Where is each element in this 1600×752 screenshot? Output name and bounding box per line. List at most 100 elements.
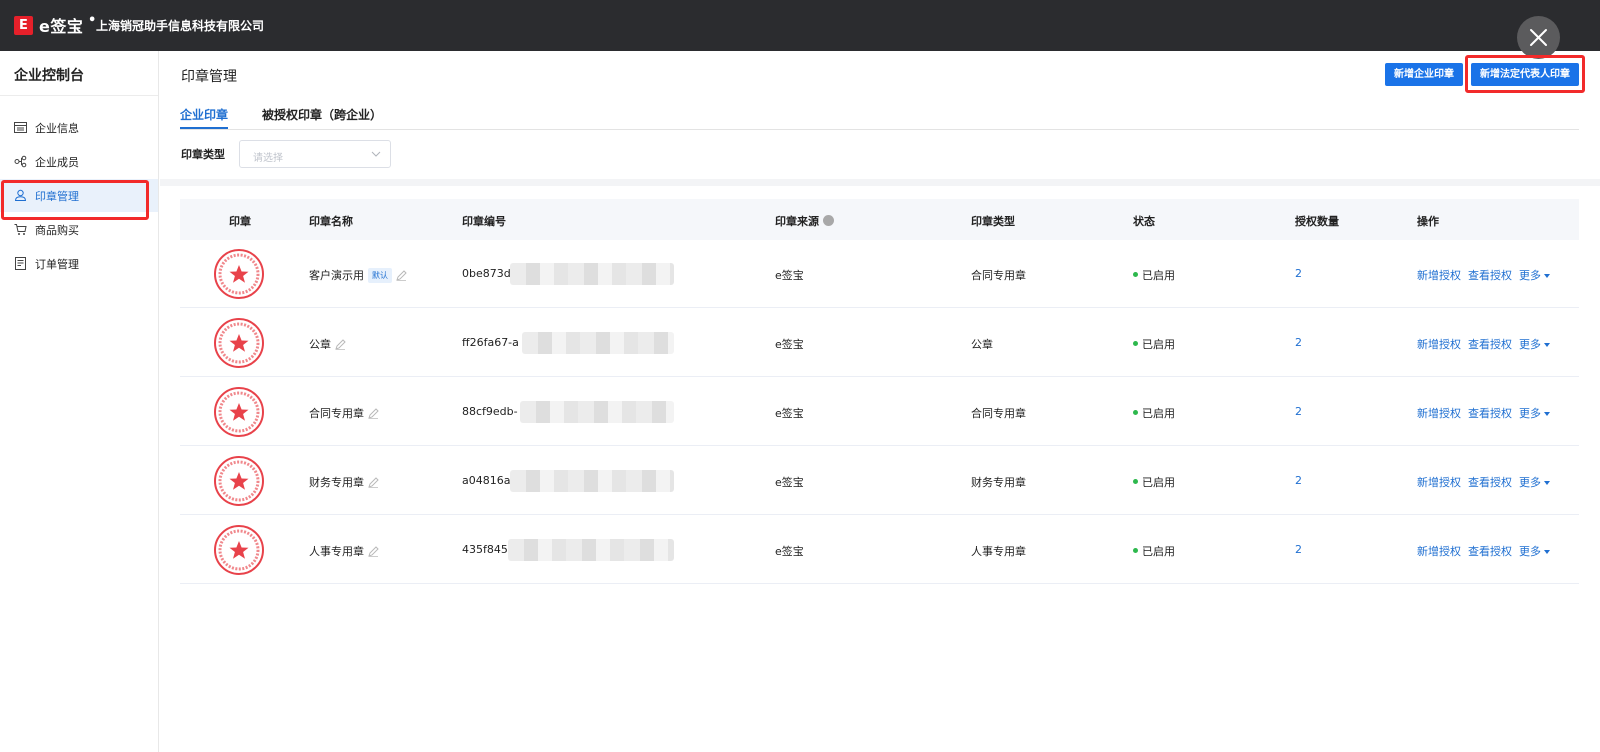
status-badge: 已启用 <box>1133 474 1175 490</box>
add-auth-link[interactable]: 新增授权 <box>1417 267 1461 283</box>
sidebar: 企业控制台 企业信息 企业成员 印章管理 商品购买 订单管理 <box>0 51 159 752</box>
seal-image <box>214 525 264 575</box>
redacted-block <box>508 539 674 561</box>
column-header: 印章 <box>229 215 251 228</box>
auth-count-link[interactable]: 2 <box>1295 267 1302 280</box>
view-auth-link[interactable]: 查看授权 <box>1468 543 1512 559</box>
tabs-divider <box>180 129 1579 130</box>
add-legal-rep-seal-button[interactable]: 新增法定代表人印章 <box>1471 63 1579 86</box>
seal-name-cell: 合同专用章 <box>309 405 379 421</box>
view-auth-link[interactable]: 查看授权 <box>1468 336 1512 352</box>
more-dropdown[interactable]: 更多 <box>1519 474 1550 490</box>
seal-name-cell: 客户演示用 默认 <box>309 267 407 283</box>
auth-count-link[interactable]: 2 <box>1295 405 1302 418</box>
seal-source: e签宝 <box>775 407 804 420</box>
caret-down-icon <box>1544 481 1550 485</box>
table-row: 客户演示用 默认 0be873d e签宝 合同专用章 已启用 2 新增授权 查看授… <box>180 240 1579 308</box>
seal-name: 财务专用章 <box>309 476 364 489</box>
view-auth-link[interactable]: 查看授权 <box>1468 474 1512 490</box>
seal-type: 合同专用章 <box>971 269 1026 282</box>
org-icon <box>14 155 27 168</box>
active-tab-indicator <box>180 127 228 129</box>
edit-icon[interactable] <box>368 477 379 488</box>
seal-code: a04816a <box>462 474 511 487</box>
column-header: 操作 <box>1417 215 1439 228</box>
company-name: 上海销冠助手信息科技有限公司 <box>96 19 265 33</box>
tab-company-seals[interactable]: 企业印章 <box>180 106 228 123</box>
seal-name-cell: 财务专用章 <box>309 474 379 490</box>
sidebar-item-orders[interactable]: 订单管理 <box>0 247 158 280</box>
sidebar-item-company-info[interactable]: 企业信息 <box>0 111 158 144</box>
auth-count-link[interactable]: 2 <box>1295 474 1302 487</box>
add-auth-link[interactable]: 新增授权 <box>1417 543 1461 559</box>
edit-icon[interactable] <box>335 339 346 350</box>
status-dot <box>1133 272 1138 277</box>
list-icon <box>14 122 27 133</box>
add-auth-link[interactable]: 新增授权 <box>1417 474 1461 490</box>
view-auth-link[interactable]: 查看授权 <box>1468 405 1512 421</box>
seal-name: 公章 <box>309 338 331 351</box>
status-badge: 已启用 <box>1133 543 1175 559</box>
auth-count-link[interactable]: 2 <box>1295 336 1302 349</box>
sidebar-item-label: 商品购买 <box>35 224 79 237</box>
top-bar: E e签宝 • 上海销冠助手信息科技有限公司 <box>0 0 1600 51</box>
auth-count-link[interactable]: 2 <box>1295 543 1302 556</box>
sidebar-title: 企业控制台 <box>14 68 84 84</box>
sidebar-item-label: 订单管理 <box>35 258 79 271</box>
table-row: 人事专用章 435f845 e签宝 人事专用章 已启用 2 新增授权 查看授权 … <box>180 516 1579 584</box>
seal-name-cell: 公章 <box>309 336 346 352</box>
column-header: 印章类型 <box>971 215 1015 228</box>
sidebar-divider <box>0 95 158 96</box>
seal-type: 合同专用章 <box>971 407 1026 420</box>
column-header: 印章名称 <box>309 215 353 228</box>
column-header: 授权数量 <box>1295 215 1339 228</box>
page-title: 印章管理 <box>181 69 237 85</box>
more-dropdown[interactable]: 更多 <box>1519 405 1550 421</box>
caret-down-icon <box>1544 274 1550 278</box>
sidebar-item-members[interactable]: 企业成员 <box>0 145 158 178</box>
seal-source: e签宝 <box>775 269 804 282</box>
edit-icon[interactable] <box>396 270 407 281</box>
seal-code: ff26fa67-a <box>462 336 519 349</box>
add-auth-link[interactable]: 新增授权 <box>1417 336 1461 352</box>
view-auth-link[interactable]: 查看授权 <box>1468 267 1512 283</box>
status-dot <box>1133 341 1138 346</box>
seal-code: 88cf9edb- <box>462 405 518 418</box>
add-company-seal-button[interactable]: 新增企业印章 <box>1385 63 1463 86</box>
section-divider-band <box>160 179 1600 186</box>
seal-code: 0be873d <box>462 267 511 280</box>
table-header: 印章 印章名称 印章编号 印章来源 印章类型 状态 授权数量 操作 <box>180 199 1579 240</box>
logo-icon: E <box>14 16 33 35</box>
seal-source: e签宝 <box>775 476 804 489</box>
caret-down-icon <box>1544 412 1550 416</box>
more-dropdown[interactable]: 更多 <box>1519 267 1550 283</box>
seal-type-select[interactable]: 请选择 <box>239 140 391 168</box>
column-header: 印章来源 <box>775 213 834 229</box>
redacted-block <box>522 332 674 354</box>
tab-authorized-seals[interactable]: 被授权印章（跨企业） <box>262 106 382 123</box>
status-dot <box>1133 410 1138 415</box>
chevron-down-icon <box>371 151 381 157</box>
add-auth-link[interactable]: 新增授权 <box>1417 405 1461 421</box>
seal-name-cell: 人事专用章 <box>309 543 379 559</box>
sidebar-item-label: 企业成员 <box>35 156 79 169</box>
column-header: 状态 <box>1133 215 1155 228</box>
info-icon[interactable] <box>823 215 834 226</box>
edit-icon[interactable] <box>368 546 379 557</box>
status-dot <box>1133 479 1138 484</box>
highlight-box-sidebar <box>1 180 149 220</box>
caret-down-icon <box>1544 550 1550 554</box>
more-dropdown[interactable]: 更多 <box>1519 336 1550 352</box>
more-dropdown[interactable]: 更多 <box>1519 543 1550 559</box>
close-icon <box>1530 29 1547 46</box>
select-placeholder: 请选择 <box>253 153 283 164</box>
close-button[interactable] <box>1517 16 1560 59</box>
status-dot <box>1133 548 1138 553</box>
edit-icon[interactable] <box>368 408 379 419</box>
cart-icon <box>14 224 27 235</box>
seal-type: 财务专用章 <box>971 476 1026 489</box>
seal-image <box>214 387 264 437</box>
redacted-block <box>510 263 674 285</box>
sidebar-item-label: 企业信息 <box>35 122 79 135</box>
redacted-block <box>510 470 674 492</box>
